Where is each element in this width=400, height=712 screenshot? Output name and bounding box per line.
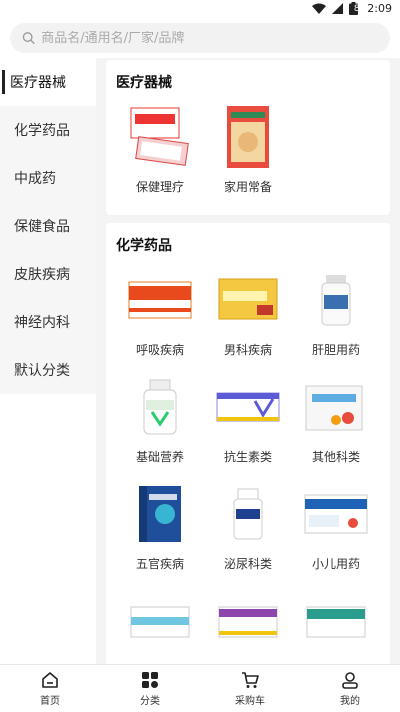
- sidebar-item-label: 中成药: [14, 171, 56, 187]
- category-item-label: 五官疾病: [135, 557, 184, 571]
- category-item-label: 小儿用药: [311, 557, 360, 571]
- tab-label: 首页: [40, 696, 60, 707]
- sidebar-item-chinese-medicine[interactable]: 中成药: [0, 154, 96, 202]
- category-item-label: 肝胆用药: [311, 343, 360, 357]
- category-item-label: 抗生素类: [223, 450, 272, 464]
- wifi-icon: [312, 3, 327, 14]
- tab-label: 我的: [340, 696, 360, 707]
- product-image: [213, 586, 283, 656]
- battery-level: 8: [353, 3, 360, 14]
- product-image: [125, 265, 195, 335]
- product-image: [125, 102, 195, 172]
- category-item-partial: [116, 586, 204, 656]
- tab-mine[interactable]: 我的: [300, 665, 400, 712]
- sidebar-item-label: 默认分类: [14, 363, 70, 379]
- sidebar-item-default[interactable]: 默认分类: [0, 346, 96, 394]
- product-image: [301, 586, 371, 656]
- category-item-liver-gallbladder[interactable]: 肝胆用药: [292, 265, 380, 358]
- sidebar-item-health-food[interactable]: 保健食品: [0, 202, 96, 250]
- status-time: 2:09: [367, 2, 392, 15]
- sidebar-item-chemical-drugs[interactable]: 化学药品: [0, 106, 96, 154]
- cart-icon: [242, 672, 259, 688]
- category-item-partial: [204, 586, 292, 656]
- section-title: 医疗器械: [116, 75, 172, 91]
- category-icon: [142, 672, 158, 688]
- sidebar-item-label: 神经内科: [14, 315, 70, 331]
- category-item-label: 家用常备: [223, 180, 272, 194]
- category-item-health-therapy[interactable]: 保健理疗: [116, 102, 204, 195]
- category-item-antibiotics[interactable]: 抗生素类: [204, 372, 292, 465]
- sidebar-item-medical-devices[interactable]: 医疗器械: [0, 58, 96, 106]
- product-image: [301, 265, 371, 335]
- category-item-label: 基础营养: [135, 450, 184, 464]
- signal-icon: [332, 3, 344, 14]
- category-item-label: 呼吸疾病: [135, 343, 184, 357]
- product-image: [125, 479, 195, 549]
- sidebar-item-label: 皮肤疾病: [14, 267, 70, 283]
- product-image: [125, 372, 195, 442]
- tab-label: 分类: [140, 696, 160, 707]
- product-image: [213, 479, 283, 549]
- search-bar: [0, 18, 400, 58]
- section-medical-devices: 医疗器械 保健理疗 家用常备: [106, 60, 390, 215]
- category-item-partial: [292, 586, 380, 656]
- category-item-label: 男科疾病: [223, 343, 272, 357]
- category-item-label: 泌尿科类: [223, 557, 272, 571]
- sidebar-item-neurology[interactable]: 神经内科: [0, 298, 96, 346]
- category-item-household[interactable]: 家用常备: [204, 102, 292, 195]
- section-title: 化学药品: [116, 238, 172, 254]
- user-icon: [342, 672, 358, 689]
- sidebar-item-label: 保健食品: [14, 219, 70, 235]
- category-item-label: 保健理疗: [135, 180, 184, 194]
- search-box[interactable]: [10, 23, 390, 53]
- section-chemical-drugs: 化学药品 呼吸疾病 男科疾病 肝胆用药 基础营养 抗生素类 其他科类 五官疾病 …: [106, 223, 390, 664]
- bottom-tab-bar: 首页 分类 采购车 我的: [0, 664, 400, 712]
- sidebar-item-label: 化学药品: [14, 123, 70, 139]
- status-bar: 8 2:09: [0, 0, 400, 18]
- product-image: [301, 372, 371, 442]
- tab-cart[interactable]: 采购车: [200, 665, 300, 712]
- sidebar-item-skin-disease[interactable]: 皮肤疾病: [0, 250, 96, 298]
- content-area: 医疗器械 化学药品 中成药 保健食品 皮肤疾病 神经内科 默认分类 医疗器械 保…: [0, 58, 400, 664]
- tab-label: 采购车: [235, 696, 265, 707]
- category-item-basic-nutrition[interactable]: 基础营养: [116, 372, 204, 465]
- category-item-urology[interactable]: 泌尿科类: [204, 479, 292, 572]
- category-item-pediatric[interactable]: 小儿用药: [292, 479, 380, 572]
- tab-category[interactable]: 分类: [100, 665, 200, 712]
- sidebar-item-label: 医疗器械: [10, 75, 66, 91]
- category-item-ent[interactable]: 五官疾病: [116, 479, 204, 572]
- category-item-andrology[interactable]: 男科疾病: [204, 265, 292, 358]
- category-item-other[interactable]: 其他科类: [292, 372, 380, 465]
- product-image: [213, 102, 283, 172]
- product-image: [301, 479, 371, 549]
- category-main: 医疗器械 保健理疗 家用常备 化学药品 呼吸疾病 男科疾病 肝胆用药 基础营养 …: [96, 58, 400, 664]
- home-icon: [42, 672, 58, 688]
- product-image: [213, 265, 283, 335]
- search-input[interactable]: [41, 30, 390, 46]
- category-item-respiratory[interactable]: 呼吸疾病: [116, 265, 204, 358]
- product-image: [125, 586, 195, 656]
- category-sidebar: 医疗器械 化学药品 中成药 保健食品 皮肤疾病 神经内科 默认分类: [0, 58, 96, 664]
- tab-home[interactable]: 首页: [0, 665, 100, 712]
- search-icon: [22, 32, 35, 45]
- product-image: [213, 372, 283, 442]
- category-item-label: 其他科类: [311, 450, 360, 464]
